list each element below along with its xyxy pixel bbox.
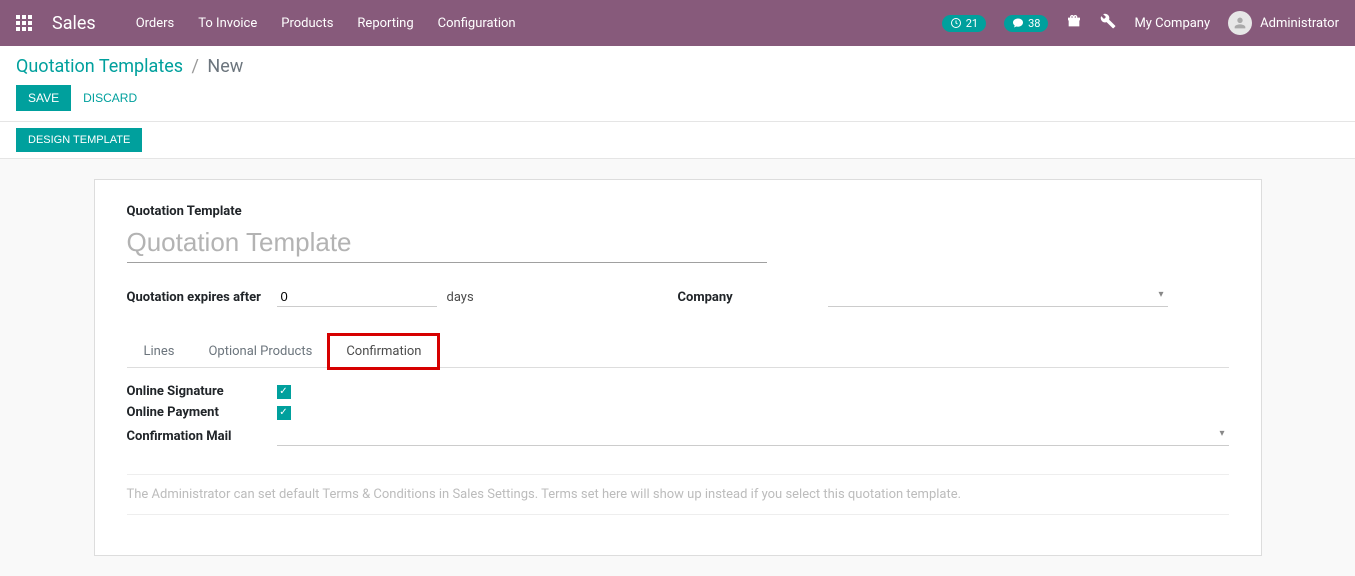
company-select[interactable]	[828, 287, 1168, 307]
user-name: Administrator	[1260, 16, 1339, 31]
tabs: Lines Optional Products Confirmation	[127, 335, 1229, 368]
company-selector[interactable]: My Company	[1134, 16, 1210, 31]
tools-icon[interactable]	[1100, 13, 1116, 33]
avatar	[1228, 11, 1252, 35]
discuss-count: 38	[1028, 17, 1040, 30]
online-payment-label: Online Payment	[127, 405, 277, 420]
statusbar: Design Template	[0, 122, 1355, 159]
activity-count: 21	[966, 17, 978, 30]
chat-icon	[1012, 17, 1024, 29]
title-input[interactable]	[127, 223, 767, 263]
navbar-right: 21 38 My Company Administrator	[942, 11, 1339, 35]
form-row-top: Quotation expires after days Company	[127, 287, 1229, 307]
gift-icon[interactable]	[1066, 13, 1082, 33]
app-brand[interactable]: Sales	[52, 13, 96, 34]
online-payment-checkbox[interactable]: ✓	[277, 406, 291, 420]
expires-group: Quotation expires after days	[127, 287, 678, 307]
confirmation-mail-select[interactable]	[277, 426, 1229, 446]
nav-orders[interactable]: Orders	[136, 16, 175, 31]
expires-suffix: days	[447, 290, 474, 305]
tab-confirmation[interactable]: Confirmation	[329, 335, 438, 368]
tab-content-confirmation: Online Signature ✓ Online Payment ✓ Conf…	[127, 368, 1229, 531]
online-signature-row: Online Signature ✓	[127, 384, 1229, 399]
nav-configuration[interactable]: Configuration	[438, 16, 516, 31]
breadcrumb: Quotation Templates / New	[16, 56, 1339, 77]
user-menu[interactable]: Administrator	[1228, 11, 1339, 35]
nav-products[interactable]: Products	[281, 16, 333, 31]
online-payment-row: Online Payment ✓	[127, 405, 1229, 420]
online-signature-label: Online Signature	[127, 384, 277, 399]
save-button[interactable]: Save	[16, 85, 71, 111]
company-label: Company	[678, 290, 828, 305]
expires-label: Quotation expires after	[127, 290, 277, 305]
form-sheet: Quotation Template Quotation expires aft…	[94, 179, 1262, 556]
nav-links: Orders To Invoice Products Reporting Con…	[136, 16, 516, 31]
navbar: Sales Orders To Invoice Products Reporti…	[0, 0, 1355, 46]
form-sheet-bg: Quotation Template Quotation expires aft…	[0, 159, 1355, 576]
control-panel: Quotation Templates / New Save Discard	[0, 46, 1355, 122]
online-signature-checkbox[interactable]: ✓	[277, 385, 291, 399]
expires-input[interactable]	[277, 287, 437, 307]
title-label: Quotation Template	[127, 204, 1229, 219]
tab-optional-products[interactable]: Optional Products	[191, 335, 329, 367]
activity-badge[interactable]: 21	[942, 15, 986, 32]
apps-icon[interactable]	[16, 15, 32, 31]
discuss-badge[interactable]: 38	[1004, 15, 1048, 32]
confirmation-mail-label: Confirmation Mail	[127, 429, 277, 444]
company-group: Company	[678, 287, 1229, 307]
design-template-button[interactable]: Design Template	[16, 128, 142, 152]
nav-to-invoice[interactable]: To Invoice	[198, 16, 257, 31]
breadcrumb-parent[interactable]: Quotation Templates	[16, 56, 183, 77]
breadcrumb-sep: /	[192, 56, 199, 77]
tab-lines[interactable]: Lines	[127, 335, 192, 367]
nav-reporting[interactable]: Reporting	[357, 16, 413, 31]
cp-buttons: Save Discard	[16, 85, 1339, 111]
breadcrumb-current: New	[207, 56, 243, 77]
terms-hint: The Administrator can set default Terms …	[127, 474, 1229, 515]
confirmation-mail-row: Confirmation Mail	[127, 426, 1229, 446]
clock-icon	[950, 17, 962, 29]
discard-button[interactable]: Discard	[79, 85, 141, 111]
